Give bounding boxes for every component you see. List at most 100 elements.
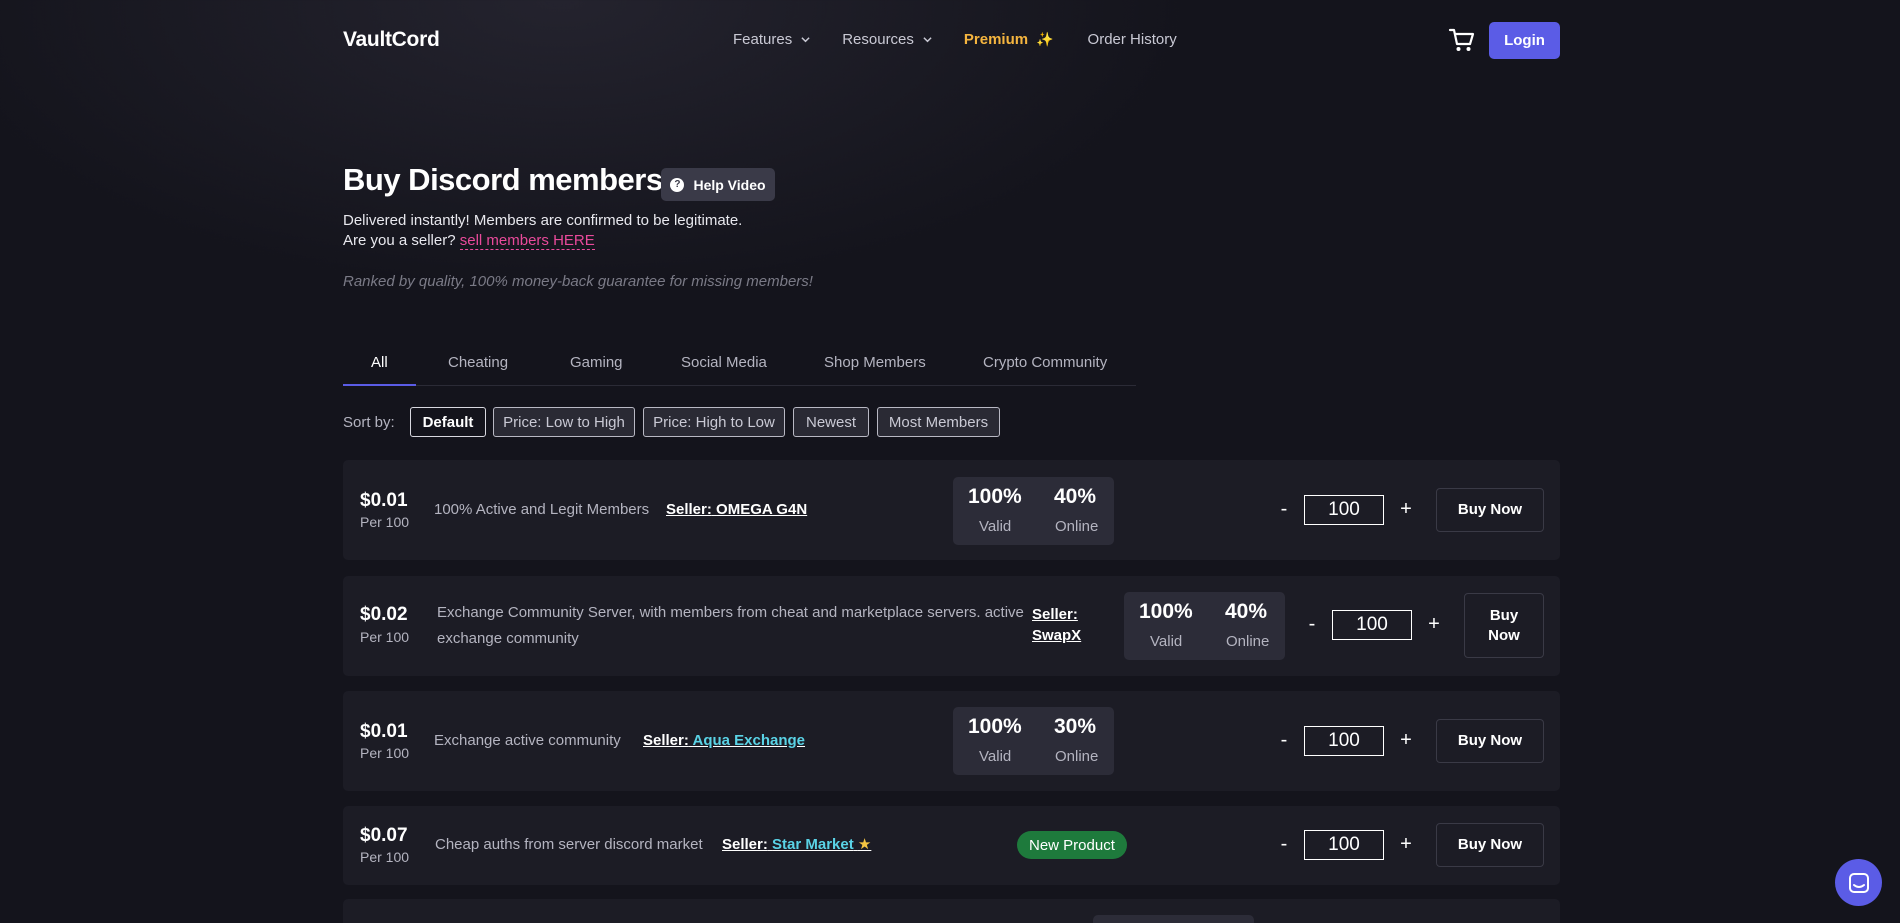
main-nav: Features Resources Premium ✨ Order Histo… (733, 31, 1209, 48)
qty-increase-button[interactable]: + (1427, 613, 1441, 636)
tab-shop-members[interactable]: Shop Members (824, 354, 926, 392)
listing-price: $0.02 (360, 604, 408, 625)
nav-order-history-label: Order History (1087, 31, 1177, 48)
listing-seller-link[interactable]: Seller: Star Market ★ (722, 834, 871, 855)
help-video-label: Help Video (693, 176, 766, 193)
listing-per-unit: Per 100 (360, 745, 410, 761)
qty-decrease-button[interactable]: - (1277, 498, 1291, 521)
page-title: Buy Discord members (343, 162, 663, 197)
listing-per-unit: Per 100 (360, 849, 410, 865)
qty-input[interactable] (1332, 610, 1412, 640)
new-product-badge: New Product (1017, 831, 1127, 859)
online-percent: 30% (1054, 715, 1097, 738)
listing-price: $0.01 (360, 490, 408, 511)
top-nav-bar: VaultCord Features Resources Premium ✨ O… (0, 0, 1900, 82)
buy-now-button[interactable]: Buy Now (1436, 488, 1544, 532)
listing-per-unit: Per 100 (360, 629, 410, 645)
qty-input[interactable] (1304, 495, 1384, 525)
active-tab-indicator (343, 384, 416, 386)
listing-card (343, 899, 1560, 923)
tab-crypto-community[interactable]: Crypto Community (983, 354, 1107, 392)
sparkles-icon: ✨ (1036, 31, 1054, 47)
guarantee-note: Ranked by quality, 100% money-back guara… (343, 273, 813, 290)
listing-seller-link[interactable]: Seller: SwapX (1032, 604, 1092, 646)
seller-name: Aqua Exchange (692, 732, 806, 749)
seller-prefix: Seller: (1032, 606, 1078, 623)
listing-stats-box: 100% Valid 40% Online (953, 477, 1114, 545)
nav-order-history[interactable]: Order History (1088, 31, 1177, 48)
listing-seller-link[interactable]: Seller: OMEGA G4N (666, 499, 807, 520)
nav-features[interactable]: Features (733, 31, 810, 48)
seller-prompt-text: Are you a seller? (343, 232, 456, 249)
listing-description: Exchange Community Server, with members … (437, 604, 1024, 647)
listing-price: $0.01 (360, 721, 408, 742)
qty-increase-button[interactable]: + (1399, 498, 1413, 521)
listing-stats-box (1093, 915, 1254, 923)
login-button[interactable]: Login (1489, 22, 1560, 59)
tab-all[interactable]: All (371, 354, 388, 392)
nav-premium-label: Premium (963, 31, 1029, 48)
listing-seller-link[interactable]: Seller: Aqua Exchange (643, 730, 805, 751)
sort-price-low-high-button[interactable]: Price: Low to High (493, 407, 635, 437)
online-label: Online (1226, 633, 1270, 650)
nav-resources[interactable]: Resources (842, 31, 932, 48)
listing-card: $0.02 Per 100 Exchange Community Server,… (343, 576, 1560, 676)
online-label: Online (1055, 748, 1099, 765)
qty-decrease-button[interactable]: - (1277, 833, 1291, 856)
seller-prompt-line: Are you a seller? sell members HERE (343, 232, 595, 250)
qty-input[interactable] (1304, 830, 1384, 860)
seller-prefix: Seller: (643, 732, 689, 749)
sort-default-button[interactable]: Default (410, 407, 486, 437)
valid-label: Valid (979, 518, 1012, 535)
listing-stats-box: 100% Valid 30% Online (953, 707, 1114, 775)
sort-newest-button[interactable]: Newest (793, 407, 869, 437)
valid-percent: 100% (968, 485, 1022, 508)
nav-premium[interactable]: Premium ✨ (964, 31, 1054, 48)
listing-card: $0.01 Per 100 100% Active and Legit Memb… (343, 460, 1560, 560)
valid-percent: 100% (968, 715, 1022, 738)
tab-gaming[interactable]: Gaming (570, 354, 623, 392)
valid-label: Valid (979, 748, 1012, 765)
online-percent: 40% (1054, 485, 1097, 508)
listing-per-unit: Per 100 (360, 514, 410, 530)
buy-now-button[interactable]: Buy Now (1464, 593, 1544, 658)
chevron-down-icon (923, 37, 932, 43)
cart-icon[interactable] (1448, 26, 1476, 54)
listing-price: $0.07 (360, 825, 408, 846)
online-label: Online (1055, 518, 1099, 535)
listing-card: $0.07 Per 100 Cheap auths from server di… (343, 806, 1560, 885)
qty-increase-button[interactable]: + (1399, 833, 1413, 856)
help-video-button[interactable]: ? Help Video (661, 168, 775, 201)
qty-decrease-button[interactable]: - (1277, 729, 1291, 752)
listing-description: Exchange active community (434, 732, 621, 749)
chat-icon (1848, 872, 1869, 893)
sell-members-link[interactable]: sell members HERE (459, 232, 595, 250)
qty-increase-button[interactable]: + (1399, 729, 1413, 752)
listing-stats-box: 100% Valid 40% Online (1124, 592, 1285, 660)
listing-description: 100% Active and Legit Members (434, 501, 650, 518)
seller-prefix: Seller: (666, 501, 712, 518)
chevron-down-icon (801, 37, 810, 43)
star-icon: ★ (857, 836, 872, 853)
logo[interactable]: VaultCord (343, 28, 440, 52)
question-icon: ? (670, 177, 685, 192)
valid-label: Valid (1150, 633, 1183, 650)
chat-launcher-button[interactable] (1835, 859, 1882, 906)
tab-cheating[interactable]: Cheating (448, 354, 508, 392)
buy-now-button[interactable]: Buy Now (1436, 823, 1544, 867)
qty-input[interactable] (1304, 726, 1384, 756)
tab-social-media[interactable]: Social Media (681, 354, 767, 392)
sort-label: Sort by: (343, 414, 395, 431)
seller-name: OMEGA G4N (716, 501, 808, 518)
sort-price-high-low-button[interactable]: Price: High to Low (643, 407, 785, 437)
nav-features-label: Features (733, 31, 793, 48)
seller-name: SwapX (1032, 627, 1082, 644)
sort-most-members-button[interactable]: Most Members (877, 407, 1000, 437)
buy-now-button[interactable]: Buy Now (1436, 719, 1544, 763)
category-tabs: All Cheating Gaming Social Media Shop Me… (343, 348, 1136, 386)
online-percent: 40% (1225, 600, 1268, 623)
qty-decrease-button[interactable]: - (1305, 613, 1319, 636)
valid-percent: 100% (1139, 600, 1193, 623)
listing-card: $0.01 Per 100 Exchange active community … (343, 691, 1560, 791)
subtitle: Delivered instantly! Members are confirm… (343, 212, 743, 229)
